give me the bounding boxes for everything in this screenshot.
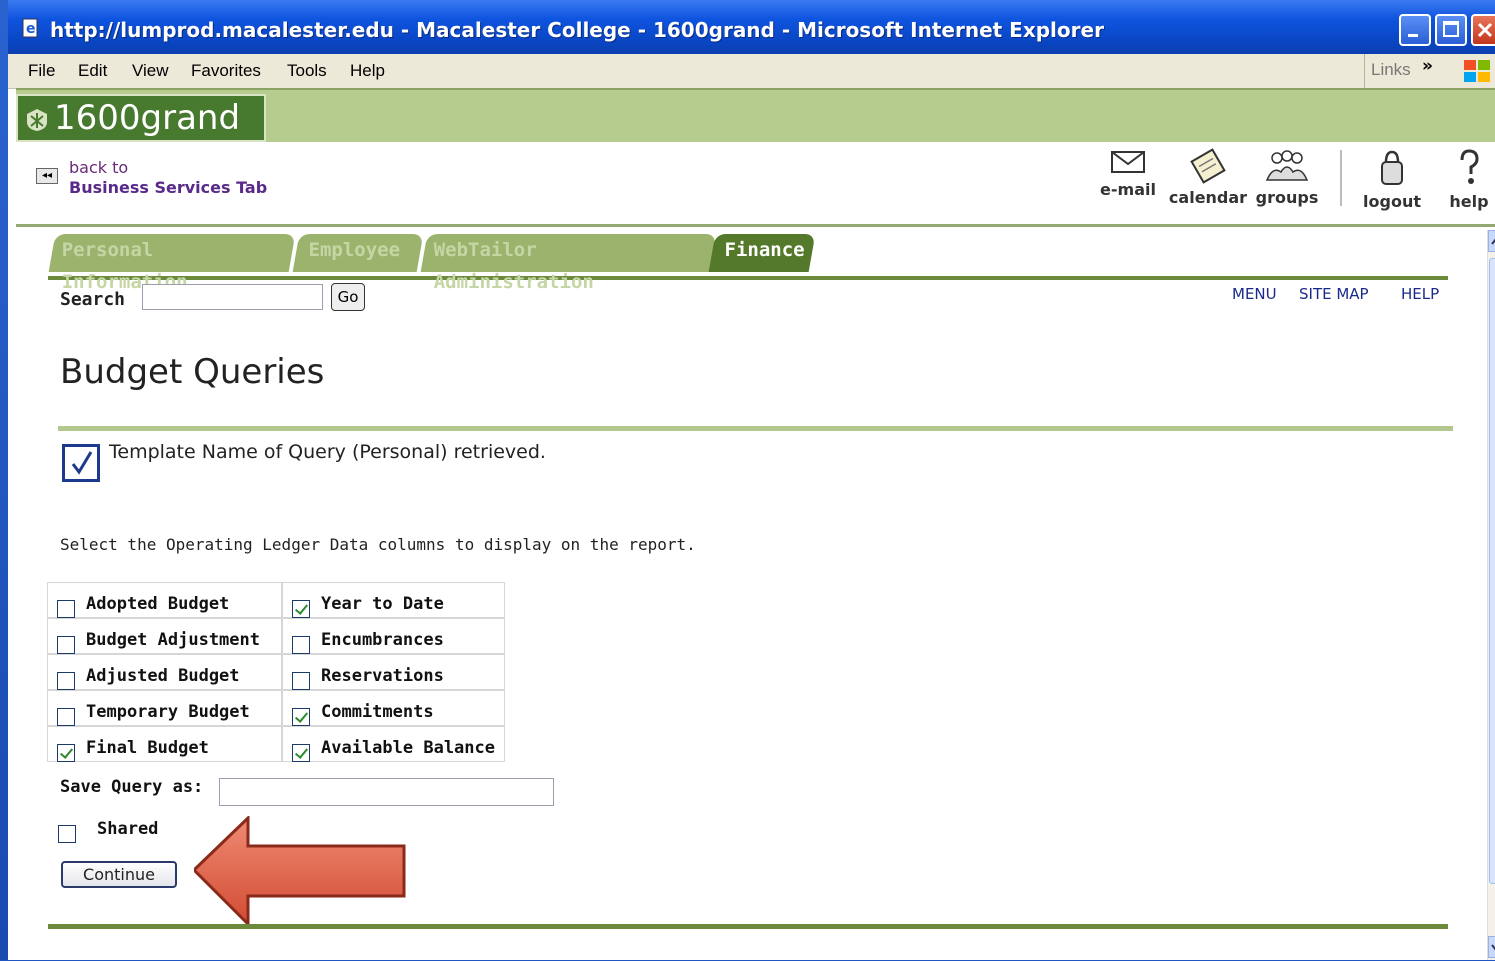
title-bar: e http://lumprod.macalester.edu - Macale… bbox=[8, 0, 1495, 54]
checkbox-encumbrances[interactable] bbox=[292, 636, 310, 654]
checkbox-adjusted-budget[interactable] bbox=[57, 672, 75, 690]
logo-text: 1600grand bbox=[54, 98, 241, 138]
search-label: Search bbox=[60, 289, 126, 310]
back-to-text: back to bbox=[69, 158, 129, 177]
checkbox-reservations[interactable] bbox=[292, 672, 310, 690]
tab-finance[interactable]: Finance bbox=[708, 234, 816, 272]
tab-label: Employee bbox=[308, 239, 401, 261]
tab-employee[interactable]: Employee bbox=[292, 234, 424, 272]
checkbox-year-to-date[interactable] bbox=[292, 600, 310, 618]
page-title: Budget Queries bbox=[60, 352, 325, 392]
links-toolbar[interactable]: Links bbox=[1364, 54, 1411, 88]
label-year-to-date: Year to Date bbox=[321, 594, 444, 614]
scroll-up-button[interactable] bbox=[1488, 230, 1495, 252]
menu-tools[interactable]: Tools bbox=[287, 61, 327, 81]
seal-icon bbox=[27, 109, 47, 131]
label-available-balance: Available Balance bbox=[321, 738, 495, 758]
tab-label: Finance bbox=[724, 239, 805, 261]
checkbox-final-budget[interactable] bbox=[57, 744, 75, 762]
tab-label: WebTailor Administration bbox=[433, 239, 594, 293]
logout-label: logout bbox=[1363, 192, 1421, 211]
chevron-up-icon bbox=[1491, 238, 1495, 245]
label-final-budget: Final Budget bbox=[86, 738, 209, 758]
menu-view[interactable]: View bbox=[132, 61, 169, 81]
scroll-down-button[interactable] bbox=[1488, 936, 1495, 958]
tab-webtailor-administration[interactable]: WebTailor Administration bbox=[420, 234, 717, 293]
label-budget-adjustment: Budget Adjustment bbox=[86, 630, 260, 650]
continue-button[interactable]: Continue bbox=[61, 861, 177, 888]
search-input[interactable] bbox=[142, 284, 323, 310]
lock-icon bbox=[1381, 150, 1403, 185]
calendar-link[interactable]: calendar bbox=[1168, 148, 1248, 207]
minimize-icon bbox=[1408, 34, 1418, 37]
label-encumbrances: Encumbrances bbox=[321, 630, 444, 650]
red-arrow-annotation bbox=[194, 816, 406, 926]
help-label: help bbox=[1449, 192, 1489, 211]
chevron-down-icon bbox=[1491, 944, 1495, 951]
checkbox-available-balance[interactable] bbox=[292, 744, 310, 762]
bottom-divider bbox=[48, 924, 1448, 929]
menu-edit[interactable]: Edit bbox=[78, 61, 107, 81]
save-query-input[interactable] bbox=[219, 778, 554, 806]
question-icon bbox=[1460, 149, 1479, 184]
label-adjusted-budget: Adjusted Budget bbox=[86, 666, 240, 686]
save-query-label: Save Query as: bbox=[60, 777, 204, 797]
chevron-more-icon[interactable]: » bbox=[1422, 56, 1433, 76]
menu-link[interactable]: MENU bbox=[1232, 285, 1277, 303]
instruction-text: Select the Operating Ledger Data columns… bbox=[60, 535, 696, 554]
label-commitments: Commitments bbox=[321, 702, 434, 722]
label-reservations: Reservations bbox=[321, 666, 444, 686]
header-separator bbox=[1340, 150, 1342, 206]
logout-link[interactable]: logout bbox=[1360, 148, 1424, 211]
menu-favorites[interactable]: Favorites bbox=[191, 61, 261, 81]
menu-bar: File Edit View Favorites Tools Help Link… bbox=[8, 54, 1495, 89]
maximize-icon bbox=[1443, 21, 1459, 37]
info-message: Template Name of Query (Personal) retrie… bbox=[109, 441, 546, 463]
windows-logo-icon bbox=[1464, 60, 1490, 82]
help-top-link[interactable]: HELP bbox=[1401, 285, 1439, 303]
back-arrow-icon[interactable]: ◂◂ bbox=[36, 168, 58, 184]
label-temporary-budget: Temporary Budget bbox=[86, 702, 250, 722]
ie-page-icon: e bbox=[22, 18, 38, 38]
email-link[interactable]: e-mail bbox=[1098, 148, 1158, 199]
back-link[interactable]: Business Services Tab bbox=[69, 178, 267, 197]
site-map-link[interactable]: SITE MAP bbox=[1299, 285, 1369, 303]
svg-text:e: e bbox=[26, 21, 36, 37]
email-label: e-mail bbox=[1100, 180, 1156, 199]
site-banner: 1600grand bbox=[16, 88, 1495, 144]
close-icon bbox=[1477, 22, 1493, 38]
envelope-icon bbox=[1111, 151, 1145, 173]
menu-help[interactable]: Help bbox=[350, 61, 385, 81]
links-label: Links bbox=[1371, 60, 1411, 79]
checkbox-adopted-budget[interactable] bbox=[57, 600, 75, 618]
groups-label: groups bbox=[1255, 188, 1319, 207]
title-divider bbox=[58, 426, 1453, 431]
header-strip: ◂◂ back to Business Services Tab e-mail … bbox=[16, 142, 1495, 227]
go-button[interactable]: Go bbox=[331, 283, 365, 311]
calendar-icon bbox=[1190, 148, 1226, 184]
vertical-scrollbar[interactable] bbox=[1487, 230, 1495, 960]
shared-label: Shared bbox=[97, 819, 159, 839]
checkmark-info-icon bbox=[62, 444, 100, 482]
menu-file[interactable]: File bbox=[28, 61, 55, 81]
site-logo[interactable]: 1600grand bbox=[16, 94, 266, 142]
checkbox-temporary-budget[interactable] bbox=[57, 708, 75, 726]
close-button[interactable] bbox=[1471, 14, 1495, 46]
window-title: http://lumprod.macalester.edu - Macalest… bbox=[50, 18, 1104, 42]
help-link[interactable]: help bbox=[1444, 148, 1494, 211]
groups-icon bbox=[1265, 150, 1309, 181]
shared-checkbox[interactable] bbox=[58, 825, 76, 843]
calendar-label: calendar bbox=[1168, 188, 1248, 207]
minimize-button[interactable] bbox=[1399, 14, 1431, 46]
maximize-button[interactable] bbox=[1435, 14, 1467, 46]
tab-bar: Personal Information Employee WebTailor … bbox=[48, 232, 1448, 293]
checkbox-budget-adjustment[interactable] bbox=[57, 636, 75, 654]
tab-personal-information[interactable]: Personal Information bbox=[48, 234, 296, 293]
scroll-thumb[interactable] bbox=[1489, 258, 1495, 884]
label-adopted-budget: Adopted Budget bbox=[86, 594, 230, 614]
groups-link[interactable]: groups bbox=[1254, 148, 1320, 207]
checkbox-commitments[interactable] bbox=[292, 708, 310, 726]
browser-window: e http://lumprod.macalester.edu - Macale… bbox=[8, 0, 1495, 960]
